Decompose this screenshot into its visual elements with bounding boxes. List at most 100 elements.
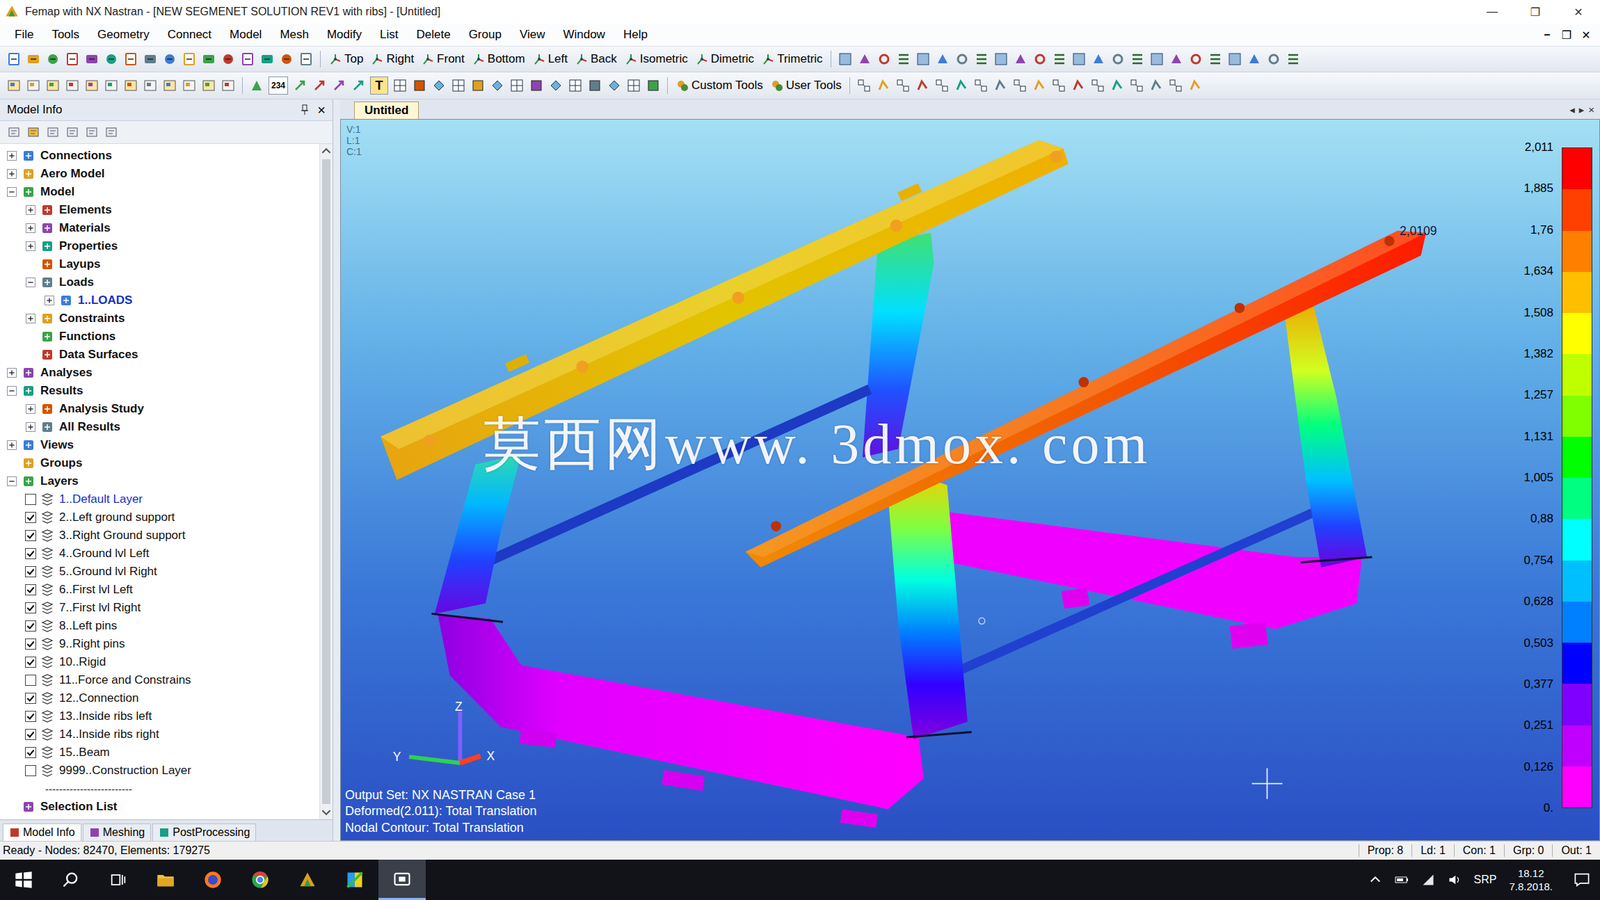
view-button[interactable]: Trimetric bbox=[757, 52, 826, 67]
task-view-button[interactable] bbox=[94, 859, 142, 900]
menu-item[interactable]: Window bbox=[553, 27, 614, 42]
tree-item[interactable]: 6..First lvl Left bbox=[0, 580, 320, 599]
tree-item[interactable]: 4..Ground lvl Left bbox=[0, 544, 320, 563]
layer-checkbox[interactable] bbox=[25, 584, 37, 596]
document-nav-button[interactable]: × bbox=[1588, 103, 1595, 117]
toolbar-button[interactable] bbox=[912, 75, 933, 96]
toolbar-button[interactable] bbox=[179, 75, 199, 96]
layer-checkbox[interactable] bbox=[25, 638, 37, 650]
tree-item[interactable]: 7..First lvl Right bbox=[0, 598, 320, 618]
tree-item[interactable]: Materials bbox=[0, 219, 320, 238]
toolbar-button[interactable] bbox=[1108, 49, 1128, 69]
layer-checkbox[interactable] bbox=[25, 493, 37, 506]
tree-item[interactable]: Layers bbox=[0, 472, 320, 491]
tree-item[interactable]: Results bbox=[0, 381, 320, 400]
tree-item[interactable]: Properties bbox=[0, 237, 320, 256]
toolbar-button[interactable] bbox=[179, 49, 199, 69]
toolbar-button[interactable] bbox=[913, 49, 933, 69]
tree-item[interactable]: 1..Default Layer bbox=[0, 490, 320, 509]
menu-item[interactable]: View bbox=[510, 27, 555, 42]
toolbar-button[interactable] bbox=[218, 75, 238, 96]
layer-checkbox[interactable] bbox=[25, 530, 37, 542]
tree-item[interactable]: Selection List bbox=[0, 797, 320, 816]
menu-item[interactable]: Tools bbox=[42, 27, 89, 42]
toolbar-button[interactable] bbox=[390, 75, 410, 96]
panel-tab[interactable]: Model Info bbox=[2, 823, 82, 842]
toolbar-button[interactable] bbox=[62, 49, 83, 69]
expand-toggle[interactable] bbox=[6, 440, 17, 451]
toolbar-button[interactable] bbox=[893, 75, 913, 96]
view-button[interactable]: Isometric bbox=[620, 52, 692, 67]
toolbar-button[interactable] bbox=[604, 75, 624, 96]
toolbar-button[interactable] bbox=[1029, 75, 1050, 96]
toolbar-button[interactable] bbox=[1127, 49, 1148, 69]
toolbar-button[interactable] bbox=[1186, 49, 1206, 69]
toolbar-button[interactable] bbox=[835, 49, 855, 69]
view-button[interactable]: Bottom bbox=[468, 52, 529, 67]
document-control[interactable]: ❐ bbox=[1559, 28, 1574, 42]
toolbar-button[interactable] bbox=[1030, 49, 1050, 69]
tree-item[interactable]: Analyses bbox=[0, 363, 320, 382]
toolbar-button[interactable] bbox=[101, 75, 122, 96]
tree-item[interactable]: 8..Left pins bbox=[0, 617, 320, 636]
tree-item[interactable]: Loads bbox=[0, 273, 320, 292]
view-button[interactable]: Front bbox=[417, 52, 469, 67]
input-language[interactable]: SRP bbox=[1474, 873, 1498, 887]
chevron-up-icon[interactable] bbox=[1368, 873, 1383, 887]
toolbar-button[interactable] bbox=[1165, 75, 1186, 96]
layer-checkbox[interactable] bbox=[25, 747, 37, 759]
window-control[interactable]: — bbox=[1470, 5, 1514, 19]
menu-item[interactable]: Modify bbox=[317, 27, 371, 42]
toolbar-button[interactable] bbox=[62, 75, 83, 96]
toolbar-button[interactable] bbox=[348, 75, 368, 96]
document-nav-button[interactable]: ▸ bbox=[1579, 103, 1585, 117]
toolbar-button[interactable] bbox=[448, 75, 469, 96]
toolbar-button[interactable] bbox=[82, 49, 102, 69]
toolbar-button[interactable] bbox=[624, 75, 644, 96]
expand-toggle[interactable] bbox=[6, 150, 17, 161]
panel-tab[interactable]: PostProcessing bbox=[152, 823, 256, 842]
toolbar-button[interactable] bbox=[290, 75, 310, 96]
panel-tool-button[interactable] bbox=[101, 122, 122, 142]
splitter[interactable] bbox=[333, 99, 341, 842]
start-button[interactable] bbox=[0, 859, 48, 900]
menu-item[interactable]: Mesh bbox=[270, 27, 318, 42]
layer-checkbox[interactable] bbox=[25, 674, 37, 686]
toolbar-button[interactable] bbox=[1107, 75, 1127, 96]
toolbar-button[interactable] bbox=[585, 75, 605, 96]
tree-item[interactable]: 3..Right Ground support bbox=[0, 526, 320, 545]
toolbar-button[interactable] bbox=[854, 75, 874, 96]
tree-item[interactable]: 5..Ground lvl Right bbox=[0, 562, 320, 581]
tree-item[interactable]: 9999..Construction Layer bbox=[0, 761, 320, 780]
tree-item[interactable]: 13..Inside ribs left bbox=[0, 707, 320, 726]
tree-item[interactable]: 11..Force and Constrains bbox=[0, 671, 320, 690]
toolbar-button[interactable] bbox=[893, 49, 914, 69]
toolbar-button[interactable] bbox=[990, 75, 1011, 96]
toolbar-button[interactable] bbox=[1069, 49, 1089, 69]
toolbar-button[interactable] bbox=[971, 75, 991, 96]
toolbar-button[interactable] bbox=[329, 75, 349, 96]
toolbar-button[interactable] bbox=[101, 49, 122, 69]
panel-tab[interactable]: Meshing bbox=[82, 823, 151, 842]
tools-menu-button[interactable]: User Tools bbox=[766, 78, 846, 93]
panel-tool-button[interactable] bbox=[4, 122, 24, 142]
toolbar-button[interactable] bbox=[1283, 49, 1303, 69]
tree-item[interactable]: 10..Rigid bbox=[0, 653, 320, 672]
menu-item[interactable]: Model bbox=[220, 27, 271, 42]
tree-item[interactable]: Functions bbox=[0, 327, 320, 346]
tree-item[interactable]: 15..Beam bbox=[0, 743, 320, 762]
toolbar-button[interactable] bbox=[23, 49, 44, 69]
expand-toggle[interactable] bbox=[25, 241, 36, 252]
toolbar-button[interactable] bbox=[43, 49, 63, 69]
active-task-button[interactable] bbox=[378, 859, 426, 900]
toolbar-button[interactable] bbox=[546, 75, 566, 96]
panel-tool-button[interactable] bbox=[23, 122, 44, 142]
toolbar-button[interactable] bbox=[1088, 75, 1108, 96]
expand-toggle[interactable] bbox=[6, 169, 17, 179]
layer-checkbox[interactable] bbox=[25, 765, 37, 777]
toolbar-button[interactable] bbox=[82, 75, 102, 96]
app-button[interactable] bbox=[331, 859, 379, 900]
toolbar-button[interactable] bbox=[991, 49, 1011, 69]
scroll-down-icon[interactable] bbox=[321, 807, 332, 818]
toolbar-button[interactable] bbox=[198, 49, 219, 69]
